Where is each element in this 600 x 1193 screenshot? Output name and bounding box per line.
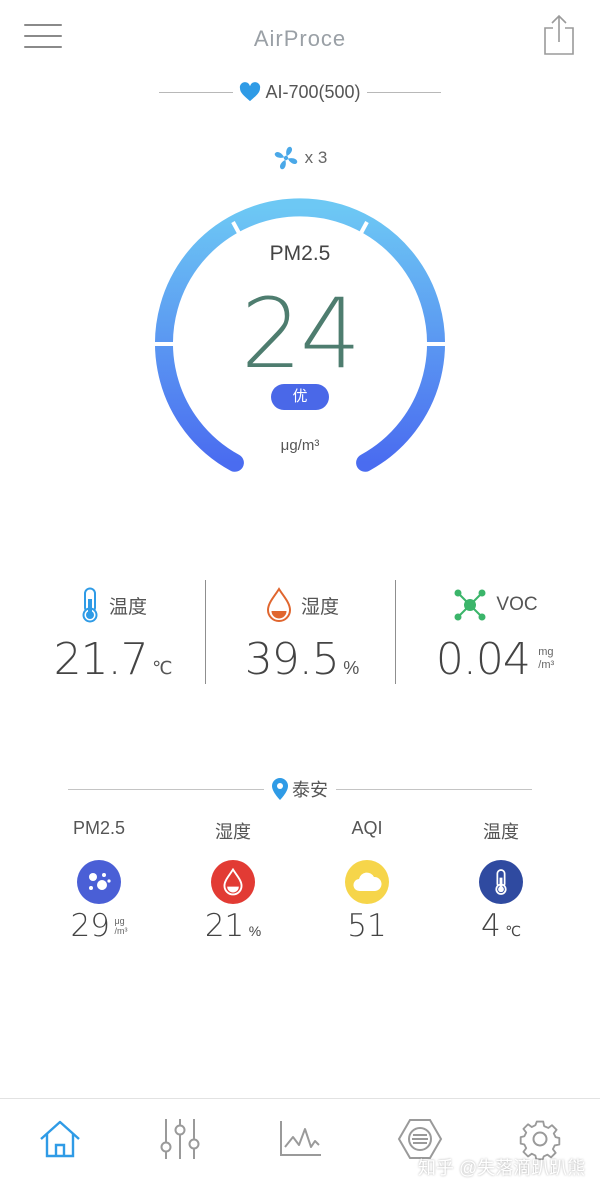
nav-history[interactable] bbox=[273, 1112, 327, 1166]
device-name: AI-700(500) bbox=[265, 81, 361, 102]
metric-label: 湿度 bbox=[300, 596, 339, 618]
outdoor-unit: ℃ bbox=[505, 923, 521, 939]
outdoor-icon-badge bbox=[77, 860, 121, 904]
outdoor-value: 51 bbox=[347, 908, 387, 944]
location-header[interactable]: 泰安 bbox=[0, 776, 600, 802]
indoor-voc: VOC 0.04 mg /m³ bbox=[400, 584, 590, 685]
gauge-label: PM2.5 bbox=[269, 242, 331, 265]
thermometer-icon bbox=[82, 587, 98, 623]
gauge-unit: μg/m³ bbox=[280, 437, 320, 454]
outdoor-label: AQI bbox=[351, 818, 383, 838]
outdoor-unit: % bbox=[248, 923, 262, 939]
nav-divider bbox=[0, 1098, 600, 1099]
outdoor-pm25: PM2.5 29 μg /m³ bbox=[34, 818, 164, 958]
app-title: AirProce bbox=[253, 26, 347, 51]
metric-unit: mg /m³ bbox=[538, 646, 554, 672]
home-icon bbox=[40, 1120, 80, 1158]
thermometer-icon bbox=[495, 869, 507, 895]
divider-line bbox=[68, 788, 264, 790]
watermark: 知乎 @失落滴趴趴熊 bbox=[418, 1158, 586, 1178]
unit-bottom: /m³ bbox=[538, 659, 555, 671]
fan-icon bbox=[274, 146, 297, 170]
particles-icon bbox=[89, 873, 111, 890]
pm25-value: 24 bbox=[240, 278, 361, 390]
metric-value: 39.5 bbox=[244, 634, 340, 685]
metric-value: 0.04 bbox=[435, 634, 531, 685]
nav-home[interactable] bbox=[33, 1112, 87, 1166]
metric-divider bbox=[395, 580, 396, 684]
metric-value: 21.7 bbox=[53, 634, 149, 685]
heart-icon bbox=[240, 82, 261, 102]
outdoor-icon-badge bbox=[211, 860, 255, 904]
metric-unit: ℃ bbox=[152, 658, 173, 678]
metric-divider bbox=[205, 580, 206, 684]
outdoor-humidity: 湿度 21 % bbox=[168, 818, 298, 958]
metric-label: 温度 bbox=[108, 596, 147, 618]
unit-top: μg bbox=[114, 916, 125, 926]
indoor-humidity: 湿度 39.5 % bbox=[207, 584, 397, 685]
outdoor-value: 29 bbox=[70, 908, 110, 944]
air-quality-badge: 优 bbox=[271, 384, 329, 410]
metric-unit: % bbox=[343, 658, 360, 678]
outdoor-label: 湿度 bbox=[215, 822, 251, 842]
unit-bottom: /m³ bbox=[114, 926, 128, 936]
outdoor-label: PM2.5 bbox=[72, 818, 126, 838]
outdoor-icon-badge bbox=[345, 860, 389, 904]
outdoor-icon-badge bbox=[479, 860, 523, 904]
divider-line bbox=[336, 788, 532, 790]
share-button[interactable] bbox=[542, 12, 576, 56]
sliders-icon bbox=[160, 1119, 200, 1159]
device-selector[interactable]: AI-700(500) bbox=[0, 78, 600, 106]
share-icon bbox=[544, 14, 574, 55]
fan-level: x 3 bbox=[304, 148, 328, 167]
outdoor-value: 21 bbox=[204, 908, 245, 944]
outdoor-aqi: AQI 51 bbox=[302, 818, 432, 958]
divider-line bbox=[366, 91, 441, 93]
unit-top: mg bbox=[538, 646, 554, 658]
indoor-temperature: 温度 21.7 ℃ bbox=[18, 584, 208, 685]
droplet-icon bbox=[266, 587, 291, 622]
outdoor-label: 温度 bbox=[483, 822, 519, 842]
molecule-icon bbox=[454, 589, 486, 621]
outdoor-unit: μg /m³ bbox=[114, 916, 127, 936]
location-name: 泰安 bbox=[292, 780, 328, 800]
chart-icon bbox=[280, 1121, 321, 1156]
fan-speed[interactable]: x 3 bbox=[0, 145, 600, 171]
droplet-icon bbox=[223, 868, 243, 896]
metric-label: VOC bbox=[496, 594, 538, 615]
divider-line bbox=[159, 91, 234, 93]
cloud-icon bbox=[353, 872, 382, 892]
location-pin-icon bbox=[272, 778, 288, 800]
outdoor-value: 4 bbox=[481, 908, 501, 944]
outdoor-temperature: 温度 4 ℃ bbox=[436, 818, 566, 958]
nav-controls[interactable] bbox=[153, 1112, 207, 1166]
